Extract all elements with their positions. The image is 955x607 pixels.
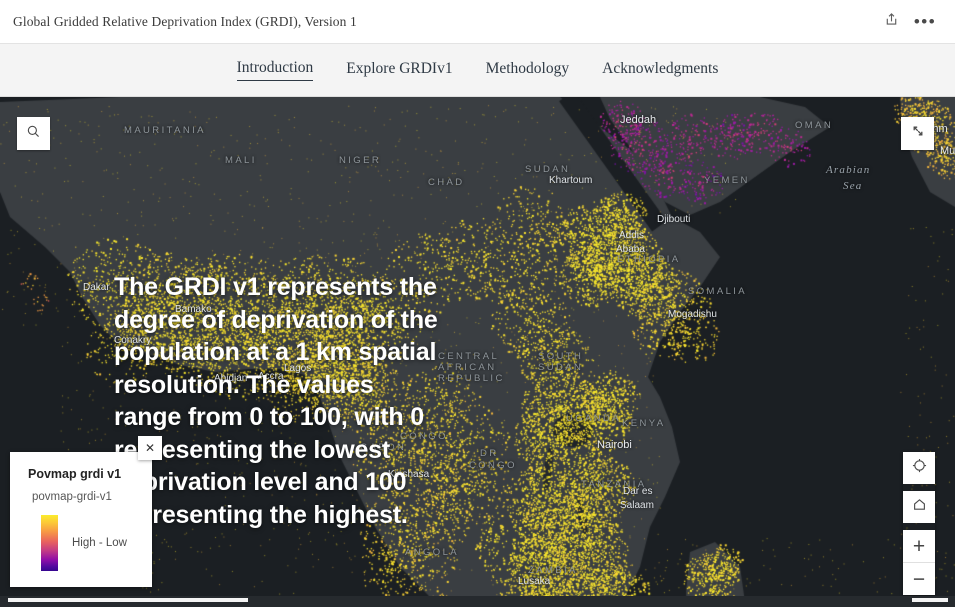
compass-icon (912, 458, 927, 478)
share-icon (884, 12, 899, 32)
share-button[interactable] (877, 8, 905, 36)
search-icon (26, 124, 41, 144)
search-button[interactable] (17, 117, 50, 150)
tab-acknowledgments[interactable]: Acknowledgments (602, 60, 718, 81)
color-ramp (41, 515, 58, 571)
legend-panel: Povmap grdi v1 povmap-grdi-v1 High - Low (10, 452, 152, 587)
home-icon (912, 497, 927, 517)
tab-introduction[interactable]: Introduction (236, 59, 314, 81)
tab-explore-grdiv1[interactable]: Explore GRDIv1 (346, 60, 452, 81)
zoom-in-button[interactable]: + (903, 530, 935, 562)
more-options-icon: ••• (913, 11, 937, 31)
legend-title: Povmap grdi v1 (28, 467, 122, 481)
app-header: Global Gridded Relative Deprivation Inde… (0, 0, 955, 44)
page-title: Global Gridded Relative Deprivation Inde… (13, 13, 357, 29)
nav-tabs: Introduction Explore GRDIv1 Methodology … (236, 59, 718, 81)
legend-subtitle: povmap-grdi-v1 (32, 491, 112, 503)
tab-methodology[interactable]: Methodology (486, 60, 570, 81)
more-options-button[interactable]: ••• (911, 8, 939, 36)
color-ramp-label: High - Low (72, 537, 127, 549)
close-icon: ✕ (144, 441, 156, 455)
expand-button[interactable] (901, 117, 934, 150)
map-viewport[interactable]: MAURITANIA MALI NIGER CHAD SUDAN Khartoum Jedd… (0, 97, 955, 607)
home-button[interactable] (903, 491, 935, 523)
horizontal-scrollbar[interactable] (0, 596, 955, 607)
map-controls: + − (903, 452, 935, 595)
scrollbar-thumb-right[interactable] (912, 598, 948, 602)
plus-icon: + (912, 534, 926, 558)
main-navigation: Introduction Explore GRDIv1 Methodology … (0, 44, 955, 97)
expand-icon (910, 123, 926, 144)
locate-button[interactable] (903, 452, 935, 484)
header-actions: ••• (877, 8, 939, 36)
legend-ramp-row: High - Low (28, 515, 138, 571)
minus-icon: − (912, 567, 926, 591)
zoom-out-button[interactable]: − (903, 562, 935, 595)
scrollbar-thumb-left[interactable] (8, 598, 248, 602)
application-window: Global Gridded Relative Deprivation Inde… (0, 0, 955, 607)
legend-close-button[interactable]: ✕ (138, 436, 162, 460)
